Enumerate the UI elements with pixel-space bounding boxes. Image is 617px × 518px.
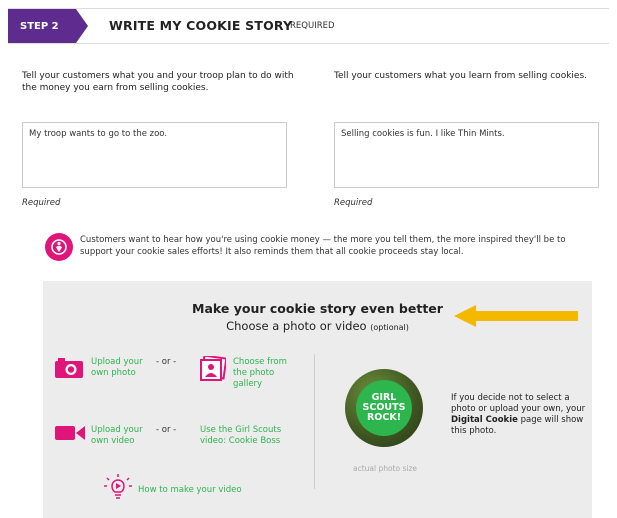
step-title: WRITE MY COOKIE STORY xyxy=(109,18,293,33)
panel-divider xyxy=(314,354,315,489)
cookie-money-icon xyxy=(45,233,73,261)
step-header: STEP 2 WRITE MY COOKIE STORY REQUIRED xyxy=(8,8,609,44)
learn-input[interactable]: Selling cookies is fun. I like Thin Mint… xyxy=(334,122,599,188)
step-label: STEP 2 xyxy=(20,20,59,32)
required-hint-left: Required xyxy=(22,198,61,208)
girl-scouts-rock-badge: GIRL SCOUTS ROCK! xyxy=(356,380,412,436)
optional-label: (optional) xyxy=(370,323,409,332)
tip-text: Customers want to hear how you're using … xyxy=(80,235,566,257)
girl-scouts-video-link[interactable]: Use the Girl Scouts video: Cookie Boss xyxy=(200,425,300,447)
upload-video-link[interactable]: Upload your own video xyxy=(91,425,153,447)
arrow-left-icon xyxy=(454,305,578,327)
step-badge: STEP 2 xyxy=(8,9,88,43)
choose-gallery-link[interactable]: Choose from the photo gallery xyxy=(233,357,295,390)
photo-gallery-icon[interactable] xyxy=(200,356,226,382)
or-separator-photo: - or - xyxy=(156,357,177,367)
photo-size-caption: actual photo size xyxy=(352,464,418,473)
default-photo-note: If you decide not to select a photo or u… xyxy=(451,393,586,437)
note-text-start: If you decide not to select a photo or u… xyxy=(451,393,586,414)
required-hint-right: Required xyxy=(334,198,373,208)
video-camera-icon[interactable] xyxy=(54,424,86,442)
camera-icon[interactable] xyxy=(54,357,84,379)
default-photo: GIRL SCOUTS ROCK! xyxy=(345,369,423,447)
learn-prompt: Tell your customers what you learn from … xyxy=(334,71,587,81)
photo-video-panel: Make your cookie story even better Choos… xyxy=(43,281,592,518)
panel-subtitle-text: Choose a photo or video xyxy=(226,319,367,333)
money-plan-input[interactable]: My troop wants to go to the zoo. xyxy=(22,122,287,188)
how-to-make-video-link[interactable]: How to make your video xyxy=(138,485,268,496)
required-tag: REQUIRED xyxy=(290,21,335,31)
or-separator-video: - or - xyxy=(156,425,177,435)
upload-photo-link[interactable]: Upload your own photo xyxy=(91,357,151,379)
lightbulb-play-icon[interactable] xyxy=(103,474,133,500)
digital-cookie-label: Digital Cookie xyxy=(451,415,518,425)
money-plan-prompt: Tell your customers what you and your tr… xyxy=(22,71,294,93)
